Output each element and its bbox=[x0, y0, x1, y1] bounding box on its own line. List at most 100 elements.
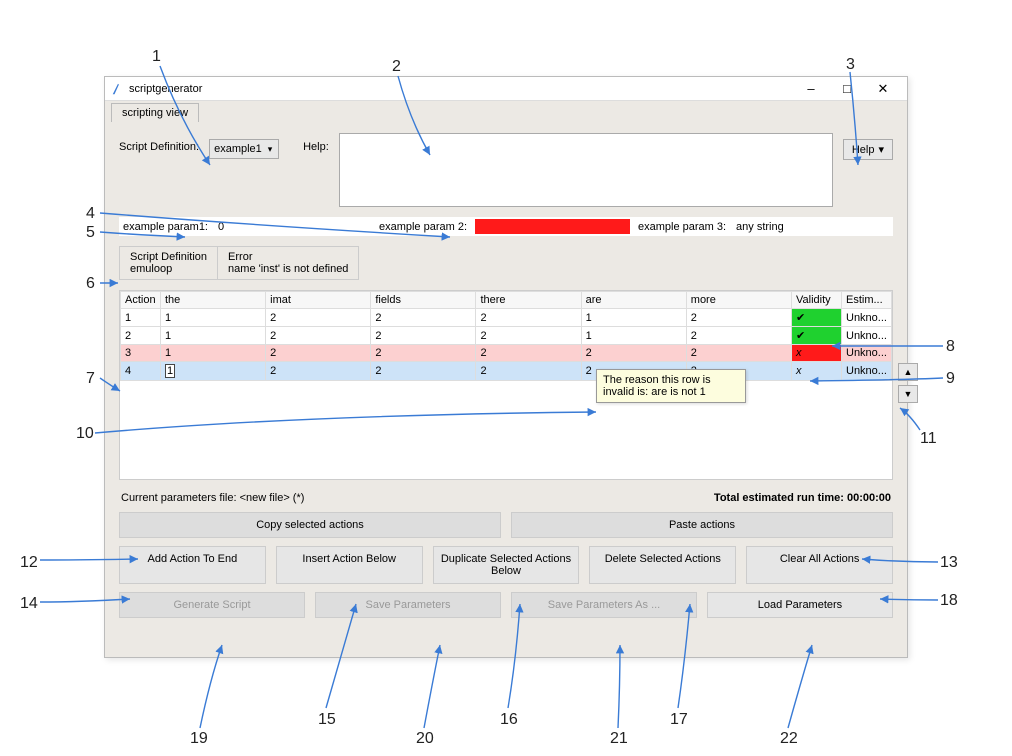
table-cell[interactable]: 2 bbox=[371, 309, 476, 327]
tab-scripting-view[interactable]: scripting view bbox=[111, 103, 199, 122]
move-up-button[interactable]: ▲ bbox=[898, 363, 918, 381]
param2-input[interactable] bbox=[475, 219, 630, 234]
table-cell[interactable]: 2 bbox=[581, 345, 686, 362]
table-cell[interactable]: 2 bbox=[371, 362, 476, 381]
table-cell[interactable]: 1 bbox=[581, 309, 686, 327]
chevron-down-icon: ▾ bbox=[268, 144, 273, 155]
table-cell[interactable]: 2 bbox=[266, 345, 371, 362]
table-cell[interactable]: 2 bbox=[476, 345, 581, 362]
estim-cell: Unkno... bbox=[842, 309, 892, 327]
callout-15: 15 bbox=[318, 711, 336, 729]
definition-row: Script Definition: example1 ▾ Help: Help… bbox=[119, 133, 893, 207]
table-cell[interactable]: 3 bbox=[121, 345, 161, 362]
table-cell[interactable]: 4 bbox=[121, 362, 161, 381]
table-row[interactable]: 2122212✔Unkno... bbox=[121, 327, 892, 345]
table-row[interactable]: 1122212✔Unkno... bbox=[121, 309, 892, 327]
column-header[interactable]: Action bbox=[121, 292, 161, 309]
load-parameters-button[interactable]: Load Parameters bbox=[707, 592, 893, 618]
callout-6: 6 bbox=[86, 275, 95, 293]
script-definition-select[interactable]: example1 ▾ bbox=[209, 139, 279, 159]
callout-2: 2 bbox=[392, 58, 401, 76]
column-header[interactable]: Validity bbox=[792, 292, 842, 309]
table-cell[interactable]: 1 bbox=[161, 327, 266, 345]
callout-1: 1 bbox=[152, 48, 161, 66]
window-title: scriptgenerator bbox=[129, 83, 793, 95]
table-cell[interactable]: 2 bbox=[476, 362, 581, 381]
table-cell[interactable]: 2 bbox=[686, 327, 791, 345]
errorbox-col2-header: Error bbox=[228, 251, 348, 263]
callout-13: 13 bbox=[940, 554, 958, 572]
table-cell[interactable]: 2 bbox=[266, 309, 371, 327]
clear-actions-button[interactable]: Clear All Actions bbox=[746, 546, 893, 584]
callout-11: 11 bbox=[920, 430, 937, 448]
column-header[interactable]: the bbox=[161, 292, 266, 309]
table-cell[interactable]: 1 bbox=[161, 362, 266, 381]
insert-action-button[interactable]: Insert Action Below bbox=[276, 546, 423, 584]
callout-7: 7 bbox=[86, 370, 95, 388]
table-cell[interactable]: 2 bbox=[266, 362, 371, 381]
table-cell[interactable]: 2 bbox=[121, 327, 161, 345]
table-cell[interactable]: 2 bbox=[371, 345, 476, 362]
callout-5: 5 bbox=[86, 224, 95, 242]
table-cell[interactable]: 1 bbox=[581, 327, 686, 345]
table-cell[interactable]: 1 bbox=[161, 309, 266, 327]
errorbox-col1-header: Script Definition bbox=[130, 251, 207, 263]
table-cell[interactable]: 2 bbox=[266, 327, 371, 345]
column-header[interactable]: Estim... bbox=[842, 292, 892, 309]
help-textarea[interactable] bbox=[339, 133, 833, 207]
callout-3: 3 bbox=[846, 56, 855, 74]
validity-cell: ✔ bbox=[792, 309, 842, 327]
param2-label: example param 2: bbox=[379, 221, 467, 233]
table-cell[interactable]: 2 bbox=[686, 345, 791, 362]
app-icon bbox=[111, 82, 125, 96]
callout-19: 19 bbox=[190, 730, 208, 748]
save-parameters-as-button[interactable]: Save Parameters As ... bbox=[511, 592, 697, 618]
help-button[interactable]: Help ▾ bbox=[843, 139, 893, 160]
duplicate-actions-button[interactable]: Duplicate Selected Actions Below bbox=[433, 546, 580, 584]
validity-cell: x bbox=[792, 345, 842, 362]
close-button[interactable]: ✕ bbox=[865, 81, 901, 97]
actions-table[interactable]: ActiontheimatfieldstherearemoreValidityE… bbox=[120, 291, 892, 381]
copy-actions-button[interactable]: Copy selected actions bbox=[119, 512, 501, 538]
add-action-button[interactable]: Add Action To End bbox=[119, 546, 266, 584]
maximize-button[interactable]: □ bbox=[829, 81, 865, 96]
callout-22: 22 bbox=[780, 730, 798, 748]
titlebar: scriptgenerator – □ ✕ bbox=[105, 77, 907, 101]
table-cell[interactable]: 2 bbox=[476, 309, 581, 327]
callout-20: 20 bbox=[416, 730, 434, 748]
callout-10: 10 bbox=[76, 425, 94, 443]
status-row: Current parameters file: <new file> (*) … bbox=[119, 488, 893, 512]
table-cell[interactable]: 2 bbox=[686, 309, 791, 327]
table-row[interactable]: 3122222xUnkno... bbox=[121, 345, 892, 362]
param3-label: example param 3: bbox=[638, 221, 726, 233]
params-row: example param1: example param 2: example… bbox=[119, 217, 893, 236]
column-header[interactable]: fields bbox=[371, 292, 476, 309]
delete-actions-button[interactable]: Delete Selected Actions bbox=[589, 546, 736, 584]
row-reorder-controls: ▲ ▼ bbox=[898, 363, 918, 403]
callout-21: 21 bbox=[610, 730, 628, 748]
move-down-button[interactable]: ▼ bbox=[898, 385, 918, 403]
paste-actions-button[interactable]: Paste actions bbox=[511, 512, 893, 538]
param1-input[interactable] bbox=[216, 220, 371, 234]
generate-script-button[interactable]: Generate Script bbox=[119, 592, 305, 618]
table-cell[interactable]: 1 bbox=[121, 309, 161, 327]
save-parameters-button[interactable]: Save Parameters bbox=[315, 592, 501, 618]
column-header[interactable]: more bbox=[686, 292, 791, 309]
param3-input[interactable] bbox=[734, 220, 889, 234]
column-header[interactable]: imat bbox=[266, 292, 371, 309]
callout-14: 14 bbox=[20, 595, 38, 613]
callout-12: 12 bbox=[20, 554, 38, 572]
callout-4: 4 bbox=[86, 205, 95, 223]
minimize-button[interactable]: – bbox=[793, 81, 829, 96]
table-row[interactable]: 4122222xUnkno... bbox=[121, 362, 892, 381]
table-cell[interactable]: 2 bbox=[371, 327, 476, 345]
validity-cell: ✔ bbox=[792, 327, 842, 345]
column-header[interactable]: are bbox=[581, 292, 686, 309]
tabbar: scripting view bbox=[105, 101, 907, 123]
table-cell[interactable]: 2 bbox=[476, 327, 581, 345]
table-cell[interactable]: 1 bbox=[161, 345, 266, 362]
callout-16: 16 bbox=[500, 711, 518, 729]
app-window: scriptgenerator – □ ✕ scripting view Scr… bbox=[104, 76, 908, 658]
column-header[interactable]: there bbox=[476, 292, 581, 309]
error-box: Script Definition emuloop Error name 'in… bbox=[119, 246, 359, 280]
